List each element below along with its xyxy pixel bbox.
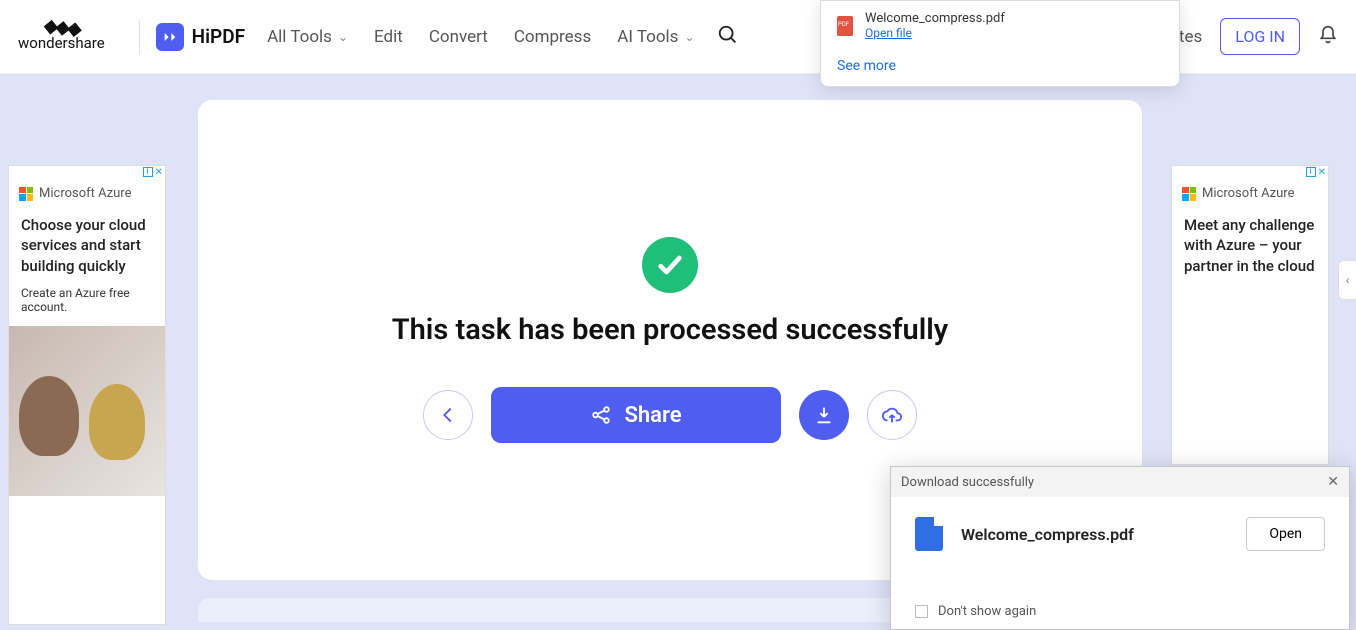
share-label: Share (624, 403, 681, 428)
wondershare-brand[interactable]: ◆◆◆ wondershare (18, 22, 105, 52)
download-panel-title: Download successfully (901, 475, 1034, 490)
nav-ai-tools[interactable]: AI Tools ⌄ (617, 27, 694, 47)
side-expand-tab[interactable]: ‹ (1338, 260, 1356, 300)
success-icon (642, 237, 698, 293)
chevron-down-icon: ⌄ (684, 30, 694, 44)
download-panel-body: Welcome_compress.pdf Open (891, 497, 1349, 571)
nav-all-tools-label: All Tools (267, 27, 332, 47)
download-panel-header: Download successfully ✕ (891, 467, 1349, 497)
wondershare-logo-icon: ◆◆◆ (43, 20, 80, 36)
login-button[interactable]: LOG IN (1220, 18, 1300, 55)
microsoft-logo-icon (1182, 187, 1196, 201)
nav-compress[interactable]: Compress (514, 27, 591, 47)
hipdf-logo-icon[interactable] (156, 23, 184, 51)
nav-edit[interactable]: Edit (374, 27, 403, 47)
see-more-link[interactable]: See more (837, 58, 1163, 74)
search-button[interactable] (717, 24, 739, 50)
open-button[interactable]: Open (1246, 517, 1325, 551)
ad-info-icon[interactable]: i (143, 167, 153, 177)
chevron-down-icon: ⌄ (338, 30, 348, 44)
nav-all-tools[interactable]: All Tools ⌄ (267, 27, 348, 47)
share-icon (590, 404, 612, 426)
chevron-left-icon (437, 404, 459, 426)
browser-download-dropdown: Welcome_compress.pdf Open file See more (820, 0, 1180, 87)
ad-left[interactable]: i✕ Microsoft Azure Choose your cloud ser… (8, 165, 166, 625)
download-button[interactable] (799, 390, 849, 440)
person-icon (19, 376, 79, 456)
download-complete-panel: Download successfully ✕ Welcome_compress… (890, 466, 1350, 630)
cloud-upload-icon (881, 404, 903, 426)
download-item[interactable]: Welcome_compress.pdf Open file (837, 11, 1163, 40)
search-icon (717, 24, 739, 46)
result-actions: Share (423, 387, 917, 443)
nav-convert[interactable]: Convert (429, 27, 488, 47)
download-filename: Welcome_compress.pdf (865, 11, 1005, 26)
ad-close-icon[interactable]: ✕ (155, 167, 163, 178)
main-nav: All Tools ⌄ Edit Convert Compress AI Tool… (267, 27, 694, 47)
back-button[interactable] (423, 390, 473, 440)
divider (139, 20, 140, 54)
ad-left-brand-text: Microsoft Azure (39, 186, 131, 201)
download-panel-filename: Welcome_compress.pdf (961, 525, 1134, 544)
download-icon (813, 404, 835, 426)
share-button[interactable]: Share (491, 387, 781, 443)
microsoft-logo-icon (19, 187, 33, 201)
ad-info-icon[interactable]: i (1306, 167, 1316, 177)
close-button[interactable]: ✕ (1327, 474, 1339, 490)
bell-icon (1318, 25, 1338, 45)
ad-right-brand-text: Microsoft Azure (1202, 186, 1294, 201)
person-icon (89, 384, 145, 460)
hipdf-name[interactable]: HiPDF (192, 25, 245, 48)
ad-left-image (9, 326, 165, 496)
notifications-button[interactable] (1318, 25, 1338, 49)
result-title: This task has been processed successfull… (392, 313, 948, 347)
ad-left-body: Choose your cloud services and start bui… (9, 209, 165, 282)
ad-right[interactable]: i✕ Microsoft Azure Meet any challenge wi… (1171, 165, 1329, 465)
pdf-file-icon (837, 16, 853, 36)
ad-controls: i✕ (1172, 166, 1328, 178)
ad-close-icon[interactable]: ✕ (1318, 167, 1326, 178)
ad-right-body: Meet any challenge with Azure – your par… (1172, 209, 1328, 282)
download-panel-footer: Don't show again (915, 604, 1036, 619)
ad-right-brand: Microsoft Azure (1172, 178, 1328, 209)
document-icon (915, 517, 943, 551)
dont-show-checkbox[interactable] (915, 605, 928, 618)
ad-controls: i✕ (9, 166, 165, 178)
ad-left-sub: Create an Azure free account. (9, 282, 165, 318)
cloud-upload-button[interactable] (867, 390, 917, 440)
nav-ai-tools-label: AI Tools (617, 27, 678, 47)
ad-left-brand: Microsoft Azure (9, 178, 165, 209)
open-file-link[interactable]: Open file (865, 26, 1005, 40)
dont-show-label: Don't show again (938, 604, 1036, 619)
